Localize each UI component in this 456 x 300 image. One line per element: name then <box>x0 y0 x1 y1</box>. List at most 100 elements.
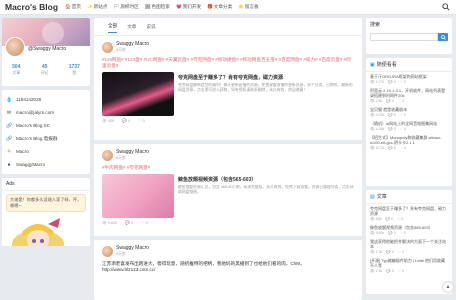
likes-value: 0 <box>404 127 407 131</box>
random-post-item[interactable]: 阿里云 2.19-1.3.1，开机软件，网站列表登录搭建到时网件20k 👁 2.6… <box>366 86 452 105</box>
main-feed: 全部 文章 说说 Swaggy Macro 8天前 #115网盘# #123盘#… <box>94 18 362 300</box>
nav-item[interactable]: 🏳 旗帜时区 <box>113 4 138 10</box>
avatar[interactable] <box>102 41 113 53</box>
comments-value: 0 <box>393 113 396 117</box>
post-title[interactable]: 鲸鱼放题视频资源（包含565-603） <box>178 176 354 183</box>
view-count: 👁 9.60k <box>102 221 118 225</box>
nav-label: 色图检索 <box>151 4 170 9</box>
item-title: 【招生式】Monopoly和收藏集群 stimux-ic100-elf-gcc-… <box>370 135 442 145</box>
item-meta: 👁 9.60k 💬 0 ♡ 0 <box>370 231 407 235</box>
nav-item[interactable]: 🏠 首页 <box>65 4 81 10</box>
likes-value: 0 <box>401 217 404 221</box>
search-box <box>370 33 448 41</box>
tab-moments[interactable]: 说说 <box>146 21 155 33</box>
post-header: Swaggy Macro 8天前 <box>102 149 354 161</box>
stat-likes[interactable]: 1737 赞 <box>69 64 80 76</box>
post-meta: 👁 9.60k 💬 0 ♡ 0 <box>102 220 354 225</box>
link-blog-sc[interactable]: 🔗 Macro's Blog SC <box>6 119 86 132</box>
random-posts-header: ▣ 随便看看 <box>366 58 452 72</box>
post-author[interactable]: Swaggy Macro <box>116 149 149 155</box>
discover-icon: ✨ <box>86 4 93 9</box>
avatar[interactable] <box>102 149 113 161</box>
likes-value: 0 <box>402 250 405 254</box>
likes-value: 0 <box>142 119 145 123</box>
nav-item[interactable]: 🖼 色图检索 <box>145 4 170 10</box>
articles-header: ▤ 文章 <box>366 190 452 204</box>
document-icon: ▤ <box>370 193 375 200</box>
views-value: 408 <box>375 217 382 221</box>
post-body: 鲸鱼放题视频资源（包含565-603） 鲸鱼放题资源汇总，包含 565-603 … <box>102 174 354 218</box>
likes-value: 0 <box>404 231 407 235</box>
post-author[interactable]: Swaggy Macro <box>116 41 149 47</box>
tab-all[interactable]: 全部 <box>108 20 118 33</box>
link-label: macro@jalym.com <box>16 110 55 115</box>
avatar[interactable] <box>102 245 113 257</box>
post-title[interactable]: 夸克网盘至于赚多了？肯有夸克网盘，磁力资源 <box>178 74 354 81</box>
tab-articles[interactable]: 文章 <box>127 21 136 33</box>
view-count: 👁 408 <box>102 119 115 123</box>
article-item[interactable]: 鲸鱼放题视频资源（包含565-603） 👁 9.60k 💬 0 ♡ 0 <box>366 223 452 237</box>
random-post-item[interactable]: 【招生式】Monopoly和收藏集群 stimux-ic100-elf-gcc-… <box>366 133 452 152</box>
article-item[interactable]: 夸克网盘至于赚多了？肯有夸克网盘，磁力资源 👁 408 💬 0 ♡ 0 <box>366 204 452 223</box>
post-thumbnail[interactable] <box>102 72 174 116</box>
link-email[interactable]: ✉ macro@jalym.com <box>6 106 86 119</box>
stat-value: 1737 <box>68 64 80 70</box>
profile-name[interactable]: @Swaggy Macro <box>28 46 66 52</box>
random-post-item[interactable]: 基于汗OROJRA框架的网站框架 👁 1.07k 💬 0 ♡ 0 <box>366 72 452 86</box>
back-to-top-button[interactable]: ▲ <box>442 281 454 293</box>
comments-value: 0 <box>393 80 396 84</box>
nav-item[interactable]: ✨ 新站点 <box>87 4 108 10</box>
views-value: 9.60k <box>375 231 385 235</box>
section-title: 随便看看 <box>376 62 397 68</box>
like-count[interactable]: ♡ 0 <box>141 220 148 225</box>
like-count[interactable]: ♡ 0 <box>138 118 145 123</box>
item-meta: 👁 408 💬 0 ♡ 0 <box>370 217 404 221</box>
post-thumbnail[interactable] <box>102 174 174 218</box>
search-input[interactable] <box>370 33 438 41</box>
views-value: 2.6k <box>375 99 383 103</box>
nav-item[interactable]: 💗 我们开发 <box>176 4 201 10</box>
link-weibo[interactable]: ⚘ Macro <box>6 145 86 158</box>
item-meta: 👁 2.6k 💬 0 ♡ 0 <box>370 99 405 103</box>
stat-posts[interactable]: 504 文章 <box>12 64 20 76</box>
arrow-up-icon: ▲ <box>445 284 451 290</box>
item-meta: 👁 1.07k 💬 0 ♡ 0 <box>370 80 407 84</box>
comment-count[interactable]: 💬 0 <box>122 118 130 123</box>
post-tags[interactable]: #115网盘# #123盘# #UC网盘# #天翼云盘# #夸克网盘# #移动硬… <box>102 57 354 69</box>
stat-comments[interactable]: 45 评论 <box>41 64 49 76</box>
post-date: 8天前 <box>116 156 126 160</box>
article-item[interactable]: [开源] Typ缩编插件助力 | Lotte 他们用收藏不人等 👁 1.4k 💬 0… <box>366 256 452 275</box>
post-date: 8天前 <box>116 48 126 52</box>
profile-card: @Swaggy Macro 504 文章 45 评论 1737 赞 <box>2 18 90 86</box>
articles-card: ▤ 文章 夸克网盘至于赚多了？肯有夸克网盘，磁力资源 👁 408 💬 0 ♡ 0 鲸鱼放… <box>366 190 452 294</box>
item-meta: 👁 4.18k 💬 0 ♡ 0 <box>370 127 407 131</box>
nav-label: 文章分类 <box>213 4 233 9</box>
nav-label: 留言板 <box>244 4 259 9</box>
nav-item[interactable]: 🎁 文章分类 <box>207 4 232 10</box>
random-post-item[interactable]: （随机）ai网站上的全网音效图集网站 👁 4.18k 💬 0 ♡ 0 <box>366 119 452 133</box>
article-item[interactable]: 我这家得他能把并解决的方面下一个关注站本 👁 1.3k 💬 0 ♡ 0 <box>366 237 452 256</box>
post-meta: 👁 408 💬 0 ♡ 0 <box>102 118 354 123</box>
item-title: （随机）ai网站上的全网音效图集网站 <box>370 121 438 126</box>
home-icon: 🏠 <box>65 4 71 9</box>
link-github[interactable]: ● SwaggyMacro <box>6 158 86 171</box>
link-qq[interactable]: 💧 1194142028 <box>6 93 86 106</box>
item-meta: 👁 10.2k 💬 0 ♡ 0 <box>370 146 407 150</box>
post-author[interactable]: Swaggy Macro <box>116 245 149 251</box>
heart-icon: 💗 <box>175 4 182 9</box>
post-tags[interactable]: #牛肉网盘# #夸克网盘# <box>102 165 354 171</box>
top-navbar: Macro's Blog 🏠 首页 ✨ 新站点 🏳 旗帜时区 🖼 色图检索 💗 我们开发 … <box>0 0 456 15</box>
link-telegram[interactable]: 🔗 Macro's Blog 电报群 <box>6 132 86 145</box>
avatar[interactable] <box>5 37 25 57</box>
site-logo[interactable]: Macro's Blog <box>5 2 63 12</box>
nav-item[interactable]: ⭐ 留言板 <box>238 4 259 10</box>
random-post-item[interactable]: 宝贝猫 就是收藏剧本 👁 3.75k 💬 0 ♡ 0 <box>366 105 452 119</box>
search-button[interactable] <box>438 33 448 41</box>
search-icon[interactable] <box>442 3 450 11</box>
item-title: 我这家得他能把并解决的方面下一个关注站本 <box>370 239 446 249</box>
comment-count[interactable]: 💬 0 <box>125 220 133 225</box>
post-card: Swaggy Macro 8天前 #牛肉网盘# #夸克网盘# 鲸鱼放题视频资源（… <box>94 144 362 236</box>
stat-label: 文章 <box>12 71 21 75</box>
random-posts-card: ▣ 随便看看 基于汗OROJRA框架的网站框架 👁 1.07k 💬 0 ♡ 0 阿里云 … <box>366 58 452 186</box>
search-title: 搜索 <box>370 22 381 28</box>
